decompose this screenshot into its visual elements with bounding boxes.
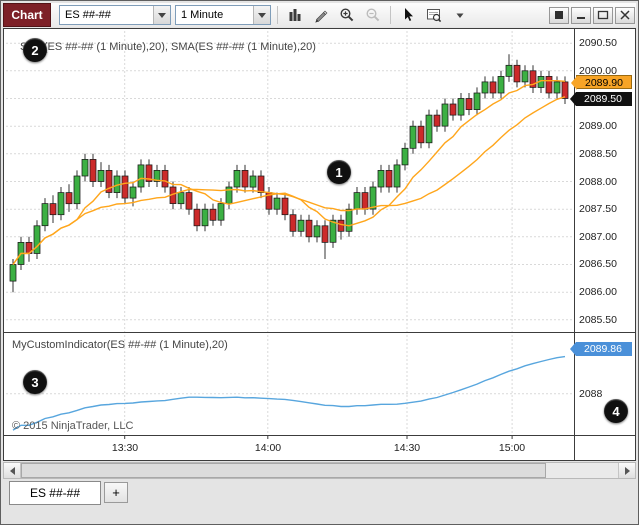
copyright-text: © 2015 NinjaTrader, LLC <box>12 420 133 432</box>
plus-icon: + <box>112 485 120 500</box>
tab-es[interactable]: ES ##-## <box>9 481 101 505</box>
price-axis-label: 2086.00 <box>579 286 617 298</box>
data-box-icon <box>426 7 442 23</box>
price-axis-label: 2088.50 <box>579 148 617 160</box>
price-axis-label: 2086.50 <box>579 258 617 270</box>
scrollbar-thumb[interactable] <box>21 463 546 478</box>
toolbar-separator <box>277 6 278 24</box>
price-marker-orange: 2089.90 <box>576 75 632 89</box>
candles <box>10 54 568 292</box>
zoom-in-icon <box>339 7 355 23</box>
scroll-left-button[interactable] <box>4 463 21 478</box>
zoom-in-button[interactable] <box>336 5 358 25</box>
price-axis-label: 2088.00 <box>579 176 617 188</box>
price-marker-blue: 2089.86 <box>576 342 632 356</box>
callout-4: 4 <box>604 399 628 423</box>
maximize-button[interactable] <box>593 7 613 24</box>
time-axis-label: 14:30 <box>394 442 420 454</box>
price-marker-black: 2089.50 <box>576 92 632 106</box>
time-axis-label: 15:00 <box>499 442 525 454</box>
zoom-out-icon <box>365 7 381 23</box>
horizontal-scrollbar[interactable] <box>3 462 636 479</box>
chevron-down-icon[interactable] <box>253 6 270 24</box>
indicator-axis-label: 2088 <box>579 388 602 400</box>
add-tab-button[interactable]: + <box>104 482 128 503</box>
price-axis-label: 2087.50 <box>579 203 617 215</box>
chevron-down-icon <box>453 8 467 22</box>
time-axis-label: 14:00 <box>255 442 281 454</box>
chevron-down-icon[interactable] <box>153 6 170 24</box>
zoom-out-button[interactable] <box>362 5 384 25</box>
toolbar: Chart ES ##-## 1 Minute <box>3 3 636 27</box>
maximize-icon <box>597 10 609 20</box>
interval-selector[interactable]: 1 Minute <box>175 5 271 25</box>
minimize-icon <box>575 10 587 20</box>
panel-separators <box>4 29 635 460</box>
price-axis-label: 2089.00 <box>579 120 617 132</box>
scrollbar-track[interactable] <box>21 463 618 478</box>
tab-bar: ES ##-## + <box>3 479 636 511</box>
callout-3: 3 <box>23 370 47 394</box>
filled-square-icon <box>553 10 565 20</box>
window-controls <box>549 7 636 24</box>
bars-icon <box>287 7 303 23</box>
indicator-panel-label: MyCustomIndicator(ES ##-## (1 Minute),20… <box>12 339 228 351</box>
time-axis-label: 13:30 <box>112 442 138 454</box>
callout-1: 1 <box>327 160 351 184</box>
scroll-right-button[interactable] <box>618 463 635 478</box>
price-axis-label: 2090.50 <box>579 37 617 49</box>
properties-button[interactable] <box>549 7 569 24</box>
instrument-value: ES ##-## <box>65 9 111 21</box>
cursor-button[interactable] <box>397 5 419 25</box>
window-title: Chart <box>3 3 51 27</box>
chart-window: Chart ES ##-## 1 Minute <box>0 0 639 525</box>
close-button[interactable] <box>615 7 635 24</box>
main-panel-label: SMA(ES ##-## (1 Minute),20), SMA(ES ##-#… <box>20 41 316 53</box>
price-axis-label: 2085.50 <box>579 314 617 326</box>
interval-value: 1 Minute <box>181 9 223 21</box>
pencil-icon <box>313 7 329 23</box>
callout-2: 2 <box>23 38 47 62</box>
data-box-button[interactable] <box>423 5 445 25</box>
chart-canvas[interactable] <box>4 29 635 460</box>
more-tools-dropdown[interactable] <box>449 5 471 25</box>
gridlines <box>6 31 574 435</box>
close-icon <box>619 10 631 20</box>
cursor-icon <box>400 7 416 23</box>
tab-label: ES ##-## <box>30 486 80 500</box>
left-arrow-icon <box>10 467 15 475</box>
drawing-tools-button[interactable] <box>310 5 332 25</box>
toolbar-separator <box>390 6 391 24</box>
chart-region: SMA(ES ##-## (1 Minute),20), SMA(ES ##-#… <box>3 28 636 461</box>
price-axis-label: 2087.00 <box>579 231 617 243</box>
minimize-button[interactable] <box>571 7 591 24</box>
instrument-selector[interactable]: ES ##-## <box>59 5 171 25</box>
chart-style-button[interactable] <box>284 5 306 25</box>
right-arrow-icon <box>625 467 630 475</box>
